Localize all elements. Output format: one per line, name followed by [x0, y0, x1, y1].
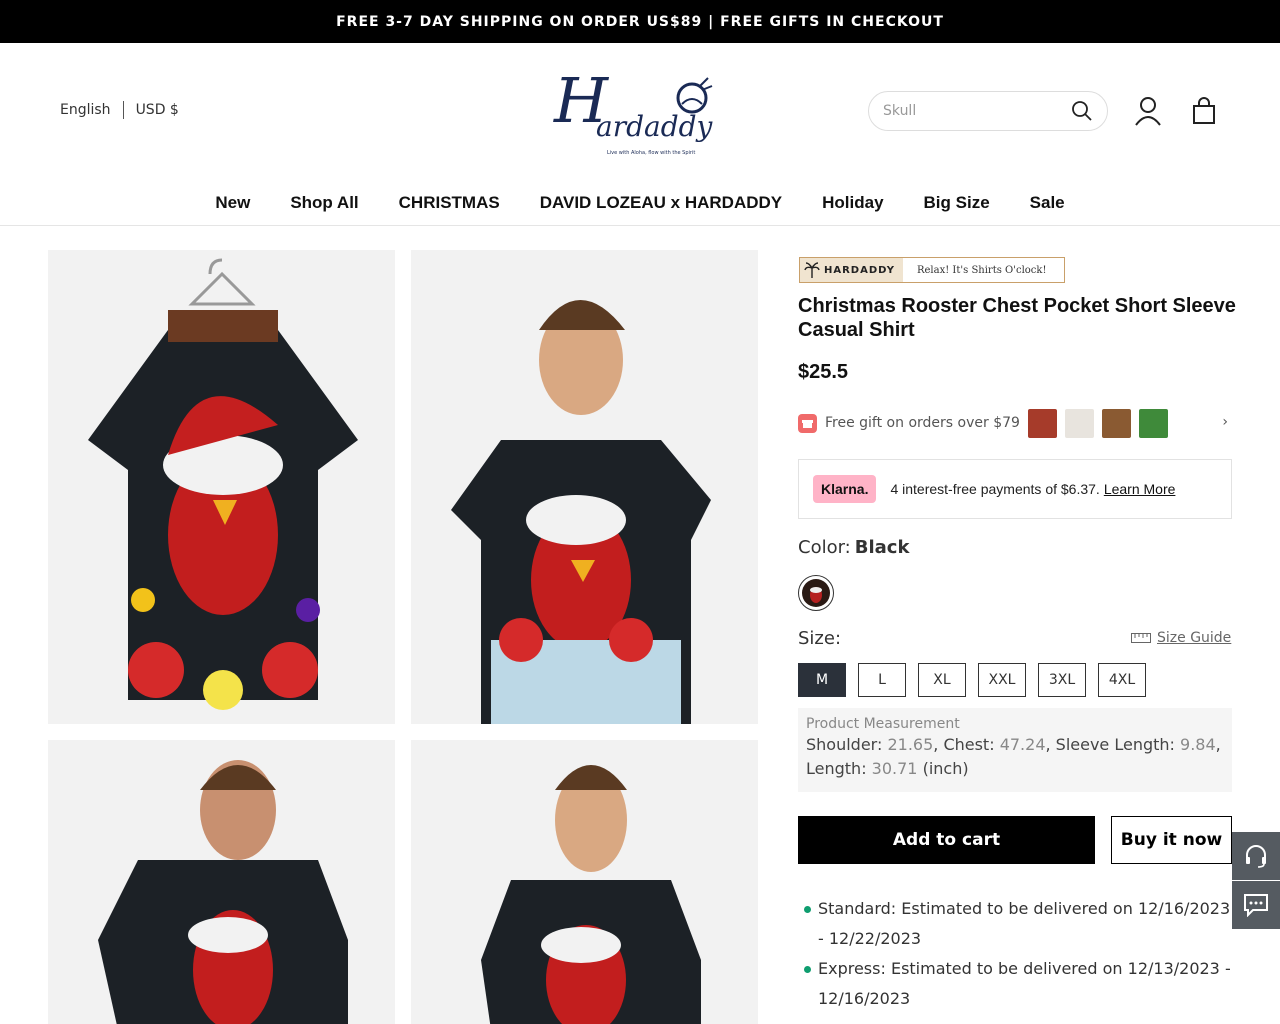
size-guide-link[interactable]: Size Guide — [1131, 630, 1231, 646]
gift-text: Free gift on orders over $79 — [825, 415, 1020, 431]
brand-slogan: Relax! It's Shirts O'clock! — [916, 264, 1047, 276]
divider — [122, 101, 124, 119]
nav-shop-all[interactable]: Shop All — [290, 183, 358, 223]
nav-holiday[interactable]: Holiday — [822, 183, 883, 223]
size-options: M L XL XXL 3XL 4XL — [798, 663, 1146, 697]
language-selector[interactable]: English — [60, 102, 111, 118]
size-option-l[interactable]: L — [858, 663, 906, 697]
size-option-4xl[interactable]: 4XL — [1098, 663, 1146, 697]
chevron-right-icon[interactable]: › — [1222, 414, 1228, 430]
product-image-model-back[interactable] — [48, 740, 395, 1024]
chat-button[interactable] — [1232, 881, 1280, 929]
headset-icon — [1246, 845, 1266, 868]
support-headset-button[interactable] — [1232, 832, 1280, 880]
color-selector-label: Color: Black — [798, 537, 910, 558]
account-icon[interactable] — [1134, 96, 1162, 126]
chat-icon — [1244, 894, 1268, 917]
nav-divider — [0, 225, 1280, 226]
product-measurement: Product Measurement Shoulder: 21.65, Che… — [798, 708, 1232, 792]
svg-text:Live with Aloha, flow with the: Live with Aloha, flow with the Spirit — [607, 150, 695, 156]
size-label: Size: — [798, 628, 842, 649]
product-image-flat[interactable] — [48, 250, 395, 724]
palm-icon — [804, 262, 820, 278]
klarna-logo: Klarna. — [813, 475, 877, 503]
ruler-icon — [1131, 633, 1151, 643]
gift-thumbnail[interactable] — [1027, 408, 1057, 438]
size-option-m[interactable]: M — [798, 663, 846, 697]
brand-banner: HARDADDY Relax! It's Shirts O'clock! — [799, 257, 1065, 283]
bullet-dot — [804, 966, 811, 973]
size-option-xxl[interactable]: XXL — [978, 663, 1026, 697]
nav-sale[interactable]: Sale — [1030, 183, 1065, 223]
gift-thumbnails — [1027, 408, 1168, 438]
nav-new[interactable]: New — [215, 183, 250, 223]
search-bar[interactable] — [868, 91, 1108, 131]
add-to-cart-button[interactable]: Add to cart — [798, 816, 1095, 864]
brand-badge: HARDADDY — [800, 258, 903, 282]
product-price: $25.5 — [798, 361, 849, 383]
color-swatch-black[interactable] — [798, 575, 834, 611]
klarna-learn-more-link[interactable]: Learn More — [1104, 481, 1176, 497]
product-title: Christmas Rooster Chest Pocket Short Sle… — [798, 295, 1236, 341]
selected-color: Black — [854, 537, 910, 558]
klarna-banner: Klarna. 4 interest-free payments of $6.3… — [798, 459, 1232, 519]
svg-text:ardaddy: ardaddy — [596, 110, 714, 143]
buy-now-button[interactable]: Buy it now — [1111, 816, 1232, 864]
cart-icon[interactable] — [1190, 97, 1218, 125]
measurement-values: Shoulder: 21.65, Chest: 47.24, Sleeve Le… — [806, 735, 1221, 778]
announcement-bar: FREE 3-7 DAY SHIPPING ON ORDER US$89 | F… — [0, 0, 1280, 43]
product-image-model-front[interactable] — [411, 250, 758, 724]
product-image-model-side[interactable] — [411, 740, 758, 1024]
gift-thumbnail[interactable] — [1064, 408, 1094, 438]
locale-switcher[interactable]: English USD $ — [60, 101, 179, 119]
bullet-dot — [804, 906, 811, 913]
nav-big-size[interactable]: Big Size — [924, 183, 990, 223]
gift-thumbnail[interactable] — [1101, 408, 1131, 438]
free-gift-row[interactable]: Free gift on orders over $79 › — [798, 405, 1232, 441]
klarna-text: 4 interest-free payments of $6.37. — [890, 481, 1100, 497]
currency-selector[interactable]: USD $ — [136, 102, 179, 118]
nav-christmas[interactable]: CHRISTMAS — [399, 183, 500, 223]
size-option-3xl[interactable]: 3XL — [1038, 663, 1086, 697]
gift-thumbnail[interactable] — [1138, 408, 1168, 438]
announcement-text: FREE 3-7 DAY SHIPPING ON ORDER US$89 | F… — [336, 13, 944, 30]
measurement-heading: Product Measurement — [806, 716, 960, 732]
size-option-xl[interactable]: XL — [918, 663, 966, 697]
nav-david-lozeau[interactable]: DAVID LOZEAU x HARDADDY — [540, 183, 782, 223]
search-icon[interactable] — [1071, 100, 1093, 122]
gift-icon — [798, 413, 817, 433]
shipping-standard: Standard: Estimated to be delivered on 1… — [804, 894, 1236, 954]
main-nav: New Shop All CHRISTMAS DAVID LOZEAU x HA… — [0, 183, 1280, 223]
search-input[interactable] — [883, 103, 1071, 119]
shipping-express: Express: Estimated to be delivered on 12… — [804, 954, 1236, 1014]
shipping-estimates: Standard: Estimated to be delivered on 1… — [804, 894, 1236, 1014]
site-logo[interactable]: H ardaddy Live with Aloha, flow with the… — [552, 64, 724, 160]
